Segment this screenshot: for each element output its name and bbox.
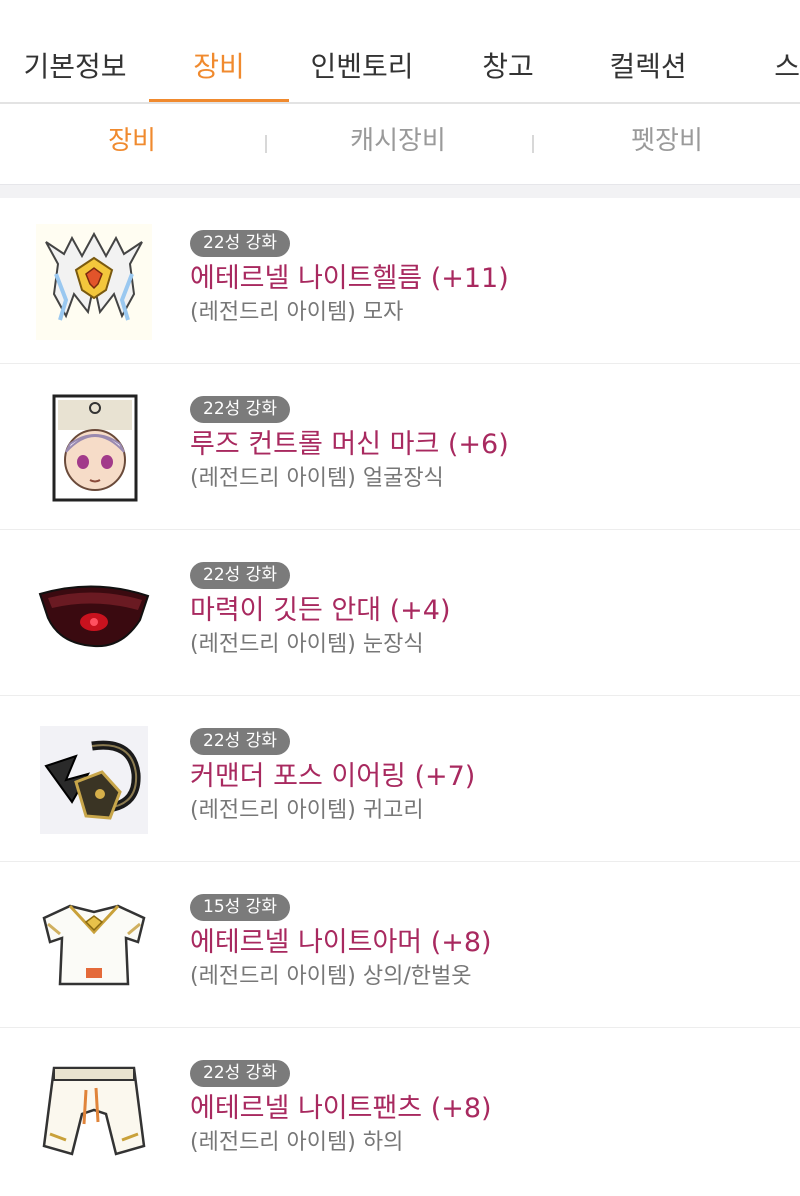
tab-skill[interactable]: 스킬	[774, 50, 800, 84]
list-item[interactable]: 15성 강화 에테르넬 나이트아머 (+8) (레전드리 아이템) 상의/한벌옷	[0, 862, 800, 1028]
subtab-cash-equipment[interactable]: 캐시장비	[350, 125, 446, 157]
helmet-icon	[36, 224, 152, 340]
subtab-pet-equipment[interactable]: 펫장비	[631, 125, 703, 157]
tab-basic-info[interactable]: 기본정보	[23, 50, 126, 84]
subtab-equipment[interactable]: 장비	[108, 125, 156, 157]
list-item[interactable]: 22성 강화 커맨더 포스 이어링 (+7) (레전드리 아이템) 귀고리	[0, 696, 800, 862]
eyepatch-icon	[38, 585, 150, 648]
item-type: (레전드리 아이템) 눈장식	[190, 632, 424, 657]
item-name[interactable]: 루즈 컨트롤 머신 마크 (+6)	[190, 428, 509, 462]
list-item[interactable]: 22성 강화 에테르넬 나이트팬츠 (+8) (레전드리 아이템) 하의	[0, 1028, 800, 1194]
earring-icon	[40, 726, 148, 834]
item-name[interactable]: 에테르넬 나이트팬츠 (+8)	[190, 1092, 492, 1126]
tab-inventory[interactable]: 인벤토리	[310, 50, 413, 84]
item-name[interactable]: 마력이 깃든 안대 (+4)	[190, 594, 451, 628]
pants-icon	[42, 1066, 146, 1156]
tab-storage[interactable]: 창고	[482, 50, 534, 84]
enhancement-badge: 22성 강화	[190, 728, 290, 755]
item-type: (레전드리 아이템) 모자	[190, 300, 404, 325]
subtab-divider	[532, 135, 534, 153]
item-name[interactable]: 에테르넬 나이트헬름 (+11)	[190, 262, 509, 296]
list-item[interactable]: 22성 강화 에테르넬 나이트헬름 (+11) (레전드리 아이템) 모자	[0, 198, 800, 364]
enhancement-badge: 22성 강화	[190, 396, 290, 423]
armor-icon	[42, 904, 146, 986]
item-type: (레전드리 아이템) 귀고리	[190, 798, 424, 823]
item-name[interactable]: 에테르넬 나이트아머 (+8)	[190, 926, 492, 960]
enhancement-badge: 15성 강화	[190, 894, 290, 921]
item-name[interactable]: 커맨더 포스 이어링 (+7)	[190, 760, 475, 794]
tab-collection[interactable]: 컬렉션	[609, 50, 686, 84]
subtab-divider	[265, 135, 267, 153]
item-type: (레전드리 아이템) 상의/한벌옷	[190, 964, 472, 989]
face-mark-icon	[52, 394, 138, 502]
enhancement-badge: 22성 강화	[190, 1060, 290, 1087]
active-tab-indicator	[149, 99, 289, 102]
item-type: (레전드리 아이템) 하의	[190, 1130, 404, 1155]
list-item[interactable]: 22성 강화 마력이 깃든 안대 (+4) (레전드리 아이템) 눈장식	[0, 530, 800, 696]
tab-equipment[interactable]: 장비	[193, 50, 245, 84]
list-item[interactable]: 22성 강화 루즈 컨트롤 머신 마크 (+6) (레전드리 아이템) 얼굴장식	[0, 364, 800, 530]
enhancement-badge: 22성 강화	[190, 562, 290, 589]
main-tab-bar: 기본정보 장비 인벤토리 창고 컬렉션 스킬	[0, 0, 800, 104]
enhancement-badge: 22성 강화	[190, 230, 290, 257]
equipment-list: 22성 강화 에테르넬 나이트헬름 (+11) (레전드리 아이템) 모자 22…	[0, 198, 800, 1194]
section-divider	[0, 184, 800, 198]
item-type: (레전드리 아이템) 얼굴장식	[190, 466, 444, 491]
